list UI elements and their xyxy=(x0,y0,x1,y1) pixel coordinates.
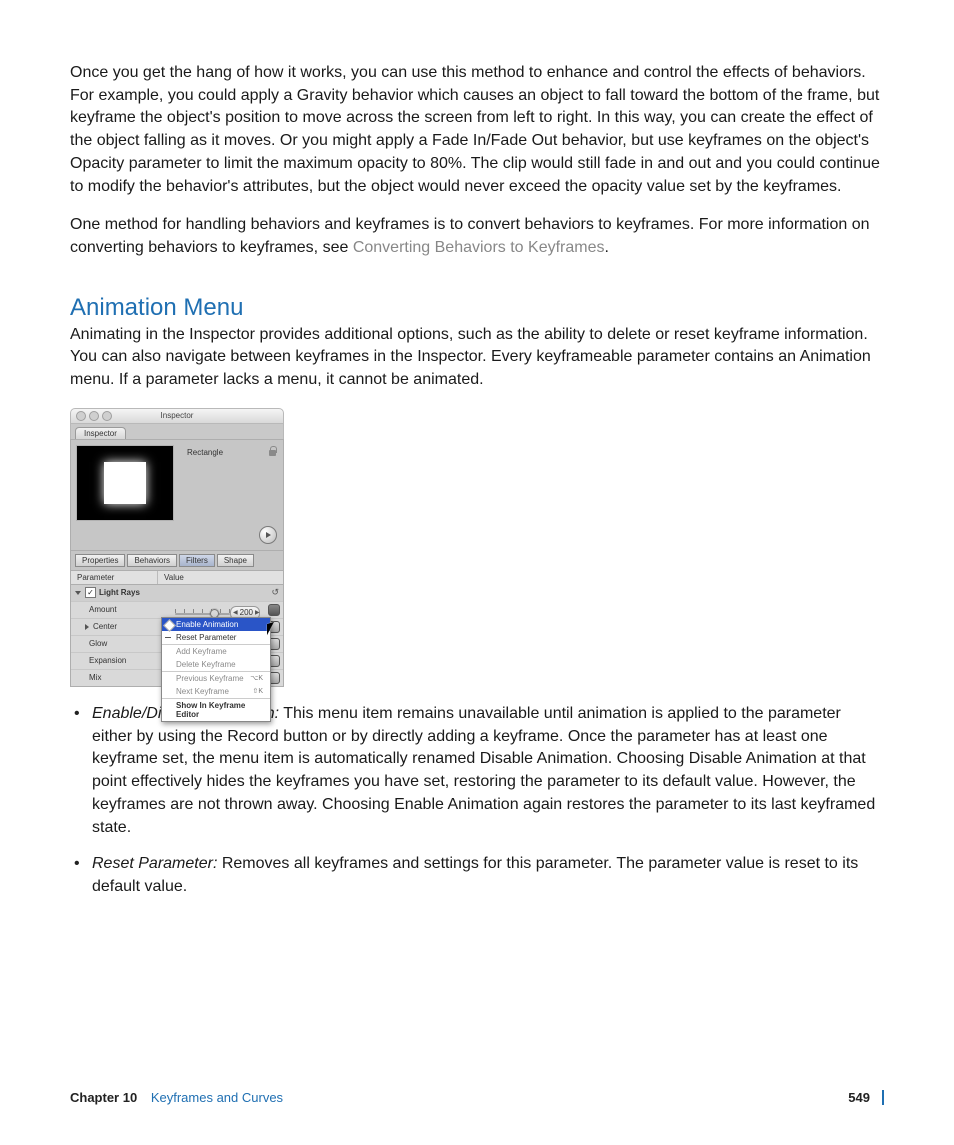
bullet-term-2: Reset Parameter: xyxy=(92,855,217,872)
menu-delete-keyframe[interactable]: Delete Keyframe xyxy=(162,658,270,671)
param-header-row: Parameter Value xyxy=(70,571,284,585)
stepper-right-icon[interactable]: ▶ xyxy=(253,609,262,616)
tab-properties[interactable]: Properties xyxy=(75,554,125,567)
animation-menu-button[interactable] xyxy=(268,604,280,616)
paragraph-animation-intro: Animating in the Inspector provides addi… xyxy=(70,324,884,392)
column-parameter: Parameter xyxy=(71,571,158,584)
parameter-list: Light Rays ↺ Amount ◀ 200 ▶ xyxy=(70,585,284,687)
disclosure-icon[interactable] xyxy=(85,624,89,630)
tab-filters[interactable]: Filters xyxy=(179,554,215,567)
panel-tab-row: Inspector xyxy=(70,424,284,439)
menu-prev-label: Previous Keyframe xyxy=(176,674,244,683)
param-expansion-label: Expansion xyxy=(75,656,175,665)
tab-shape[interactable]: Shape xyxy=(217,554,254,567)
bullet-body-1: This menu item remains unavailable until… xyxy=(92,705,875,836)
footer-chapter-title: Keyframes and Curves xyxy=(151,1090,283,1105)
preview-area: Rectangle xyxy=(70,439,284,551)
window-title: Inspector xyxy=(71,411,283,420)
disclosure-icon[interactable] xyxy=(75,591,81,595)
tab-behaviors[interactable]: Behaviors xyxy=(127,554,177,567)
object-name-label: Rectangle xyxy=(187,448,268,520)
bullet-list: Enable/Disable Animation: This menu item… xyxy=(70,703,884,899)
menu-enable-animation-label: Enable Animation xyxy=(176,620,238,629)
menu-add-keyframe[interactable]: Add Keyframe xyxy=(162,644,270,658)
column-value: Value xyxy=(158,571,190,584)
paragraph-intro-2b: . xyxy=(604,239,608,256)
menu-next-shortcut: ⇧K xyxy=(252,687,263,695)
amount-slider[interactable]: ◀ 200 ▶ xyxy=(175,608,260,612)
diamond-icon xyxy=(163,619,176,632)
menu-show-keyframe-editor[interactable]: Show In Keyframe Editor xyxy=(162,698,270,721)
menu-reset-parameter[interactable]: Reset Parameter xyxy=(162,631,270,644)
inspector-subtabs: Properties Behaviors Filters Shape xyxy=(70,551,284,571)
window-titlebar: Inspector xyxy=(70,408,284,424)
filter-enable-checkbox[interactable] xyxy=(85,587,96,598)
menu-previous-keyframe[interactable]: Previous Keyframe ⌥K xyxy=(162,671,270,685)
object-thumbnail xyxy=(77,446,173,520)
param-glow-label: Glow xyxy=(75,639,175,648)
footer-page-number: 549 xyxy=(848,1090,870,1105)
menu-prev-shortcut: ⌥K xyxy=(250,674,263,682)
paragraph-intro-1: Once you get the hang of how it works, y… xyxy=(70,62,884,198)
link-converting-behaviors[interactable]: Converting Behaviors to Keyframes xyxy=(353,239,605,256)
menu-reset-parameter-label: Reset Parameter xyxy=(176,633,236,642)
play-button[interactable] xyxy=(259,526,277,544)
param-amount-label: Amount xyxy=(75,605,175,614)
bullet-enable-disable: Enable/Disable Animation: This menu item… xyxy=(92,703,884,839)
cursor-icon xyxy=(267,623,277,636)
filter-group-label: Light Rays xyxy=(99,588,185,597)
footer-chapter: Chapter 10 xyxy=(70,1090,137,1105)
lock-icon[interactable] xyxy=(268,446,277,457)
menu-next-keyframe[interactable]: Next Keyframe ⇧K xyxy=(162,685,270,698)
paragraph-intro-2: One method for handling behaviors and ke… xyxy=(70,214,884,259)
stepper-left-icon[interactable]: ◀ xyxy=(231,609,240,616)
inspector-figure: Inspector Inspector Rectangle Properties… xyxy=(70,408,284,687)
panel-tab-inspector[interactable]: Inspector xyxy=(75,427,126,439)
bullet-reset-parameter: Reset Parameter: Removes all keyframes a… xyxy=(92,853,884,898)
page-footer: Chapter 10 Keyframes and Curves 549 xyxy=(70,1090,884,1105)
param-mix-label: Mix xyxy=(75,673,175,682)
heading-animation-menu: Animation Menu xyxy=(70,294,884,322)
reset-icon[interactable]: ↺ xyxy=(271,587,279,598)
menu-next-label: Next Keyframe xyxy=(176,687,229,696)
animation-context-menu: Enable Animation Reset Parameter Add Key… xyxy=(161,617,271,722)
minus-icon xyxy=(165,634,172,641)
menu-enable-animation[interactable]: Enable Animation xyxy=(162,618,270,631)
